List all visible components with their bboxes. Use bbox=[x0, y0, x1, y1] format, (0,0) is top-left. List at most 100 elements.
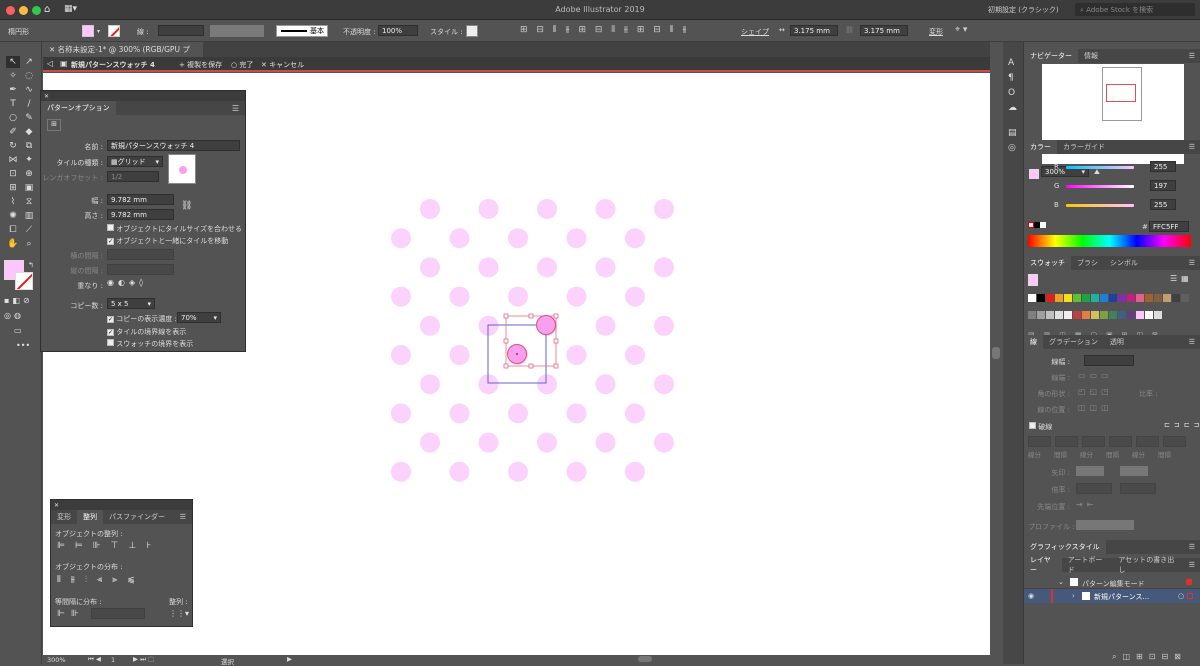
cap-buttons[interactable]: ▭▭▭ bbox=[1078, 371, 1113, 380]
swatch-chip[interactable] bbox=[1091, 294, 1099, 302]
panel-header[interactable]: ✕ bbox=[41, 91, 245, 101]
direct-selection-tool-icon[interactable]: ↗ bbox=[22, 56, 36, 68]
distribute-spacing-buttons[interactable]: ⊩⊪ bbox=[57, 609, 85, 619]
artboard-number[interactable]: 1 bbox=[111, 656, 115, 664]
symbol-sprayer-tool-icon[interactable]: ✺ bbox=[6, 210, 20, 222]
swatch-chip[interactable] bbox=[1028, 294, 1036, 302]
swatch-chip[interactable] bbox=[1154, 310, 1162, 319]
align-panel-menu-icon[interactable]: ☰ bbox=[174, 510, 192, 524]
layers-footer-icons[interactable]: ⌕◫⊞⊡⊟⊠ bbox=[1112, 652, 1187, 662]
swatches-menu-icon[interactable]: ☰ bbox=[1183, 256, 1200, 270]
swatch-chip[interactable] bbox=[1118, 310, 1126, 319]
stroke-menu-icon[interactable]: ☰ bbox=[1183, 335, 1200, 349]
artboard-nav-next-icons[interactable]: ▶ ⏭ ⬚ bbox=[133, 655, 154, 664]
cancel-button[interactable]: ✕ キャンセル bbox=[261, 60, 304, 70]
color-fill-indicator[interactable] bbox=[1029, 169, 1039, 179]
arrow-position-buttons[interactable]: ⇥⇤ bbox=[1076, 500, 1097, 509]
tab-pathfinder[interactable]: パスファインダー bbox=[103, 510, 171, 524]
swatch-chip[interactable] bbox=[1037, 294, 1045, 302]
fill-color-swatch[interactable] bbox=[82, 25, 94, 37]
zoom-tool-icon[interactable]: ⌕ bbox=[22, 238, 36, 250]
swatch-chip[interactable] bbox=[1055, 294, 1063, 302]
status-zoom[interactable]: 300% bbox=[47, 656, 66, 664]
stroke-box[interactable] bbox=[15, 272, 33, 290]
expand-arrow-icon[interactable]: ⌄ bbox=[1058, 578, 1064, 586]
selection-indicator[interactable] bbox=[1187, 593, 1193, 599]
perspective-grid-tool-icon[interactable]: ⊞ bbox=[6, 182, 20, 194]
dashed-line-checkbox[interactable]: 破線 bbox=[1029, 422, 1052, 432]
tile-type-select[interactable]: ▦ グリッド ▾ bbox=[107, 156, 163, 167]
brick-offset-select[interactable]: 1/2 bbox=[107, 171, 159, 182]
v-spacing-input[interactable] bbox=[107, 264, 174, 275]
type-tool-icon[interactable]: T bbox=[6, 98, 20, 110]
swatch-view-icons[interactable]: ☰▦ bbox=[1170, 274, 1193, 283]
arrow-scale-start-input[interactable] bbox=[1076, 483, 1112, 494]
swatch-chip[interactable] bbox=[1127, 310, 1135, 319]
r-input[interactable]: 255 bbox=[1150, 161, 1176, 172]
arrow-end-select[interactable] bbox=[1120, 466, 1148, 476]
width-input[interactable]: 3.175 mm bbox=[790, 25, 838, 36]
layers-menu-icon[interactable]: ☰ bbox=[1183, 558, 1200, 572]
none-black-white-chips[interactable] bbox=[1028, 222, 1046, 230]
hand-tool-icon[interactable]: ✋ bbox=[6, 238, 20, 250]
tab-navigator[interactable]: ナビゲーター bbox=[1024, 49, 1078, 63]
b-input[interactable]: 255 bbox=[1150, 199, 1176, 210]
tab-color[interactable]: カラー bbox=[1024, 140, 1057, 154]
swatch-chip[interactable] bbox=[1118, 294, 1126, 302]
tab-color-guide[interactable]: カラーガイド bbox=[1057, 140, 1111, 154]
hex-input[interactable]: FFC5FF bbox=[1149, 221, 1189, 232]
h-scroll-thumb[interactable] bbox=[638, 656, 652, 662]
status-arrow-icon[interactable]: ▶ bbox=[287, 655, 292, 663]
curvature-tool-icon[interactable]: ∿ bbox=[22, 84, 36, 96]
shape-properties-link[interactable]: シェイプ bbox=[741, 27, 769, 37]
opacity-input[interactable]: 100% bbox=[378, 25, 418, 36]
spacing-value-input[interactable] bbox=[91, 608, 145, 619]
tab-layers[interactable]: レイヤー bbox=[1024, 556, 1062, 574]
lasso-tool-icon[interactable]: ◌ bbox=[22, 70, 36, 82]
stroke-align-buttons[interactable]: ◫◫◫ bbox=[1078, 403, 1113, 412]
tile-height-input[interactable]: 9.782 mm bbox=[107, 209, 174, 220]
shaper-tool-icon[interactable]: ✐ bbox=[6, 126, 20, 138]
swatch-chip[interactable] bbox=[1145, 310, 1153, 319]
swatch-chip[interactable] bbox=[1064, 294, 1072, 302]
swatch-chip[interactable] bbox=[1082, 294, 1090, 302]
swatch-chip[interactable] bbox=[1082, 310, 1090, 319]
swatch-chip[interactable] bbox=[1109, 294, 1117, 302]
swatch-chip[interactable] bbox=[1100, 294, 1108, 302]
navigator-menu-icon[interactable]: ☰ bbox=[1183, 49, 1200, 63]
swatch-grid[interactable] bbox=[1028, 294, 1193, 326]
r-slider[interactable] bbox=[1066, 166, 1134, 169]
swatch-chip[interactable] bbox=[1127, 294, 1135, 302]
properties-panel-icon[interactable]: ▤ bbox=[1008, 126, 1023, 141]
swatch-chip[interactable] bbox=[1073, 310, 1081, 319]
screen-mode-icon[interactable]: ▭ bbox=[14, 326, 22, 335]
height-input[interactable]: 3.175 mm bbox=[860, 25, 908, 36]
pattern-name-input[interactable]: 新規パターンスウォッチ 4 bbox=[107, 140, 240, 151]
sublayer-row[interactable]: ◉ › 新規パターンス... ○ bbox=[1024, 589, 1200, 603]
align-objects-buttons[interactable]: ⊫⊨⊪⊤⊥⊦ bbox=[57, 541, 161, 551]
magic-wand-tool-icon[interactable]: ✧ bbox=[6, 70, 20, 82]
swatch-chip[interactable] bbox=[1109, 310, 1117, 319]
swatch-chip[interactable] bbox=[1100, 310, 1108, 319]
tab-artboards[interactable]: アートボード bbox=[1062, 556, 1113, 574]
workspace-switcher[interactable]: 初期設定 (クラシック) bbox=[988, 5, 1059, 15]
width-tool-icon[interactable]: ⋈ bbox=[6, 154, 20, 166]
pattern-tile-tool-icon[interactable]: ⊞ bbox=[47, 119, 61, 131]
copies-select[interactable]: 5 x 5 ▾ bbox=[107, 298, 155, 309]
dash-inputs[interactable] bbox=[1028, 436, 1186, 447]
color-menu-icon[interactable]: ☰ bbox=[1183, 140, 1200, 154]
vertical-scrollbar[interactable] bbox=[990, 42, 1003, 655]
close-tab-icon[interactable]: ✕ bbox=[49, 45, 58, 54]
align-panel-close-icon[interactable]: ✕ bbox=[51, 502, 59, 509]
swatch-fill-indicator[interactable] bbox=[1028, 274, 1038, 286]
tab-brushes[interactable]: ブラシ bbox=[1071, 256, 1104, 270]
scale-tool-icon[interactable]: ⧉ bbox=[22, 140, 36, 152]
draw-mode-icons[interactable]: ◎◍ bbox=[4, 311, 24, 320]
selected-dot-top-right[interactable] bbox=[536, 315, 556, 335]
h-spacing-input[interactable] bbox=[107, 249, 174, 260]
slice-tool-icon[interactable]: ⟋ bbox=[22, 224, 36, 236]
dim-copies-select[interactable]: 70% ▾ bbox=[177, 312, 221, 323]
align-buttons-icon[interactable]: ⊞ ⊟ ⫴ ⫵ ⊞ ⊟ ⫴ ⫵ ⊞ ⊟ ⫴ ⫵ bbox=[520, 25, 689, 35]
tab-transparency[interactable]: 透明 bbox=[1104, 335, 1130, 349]
pattern-options-tab[interactable]: パターンオプション bbox=[41, 101, 116, 115]
